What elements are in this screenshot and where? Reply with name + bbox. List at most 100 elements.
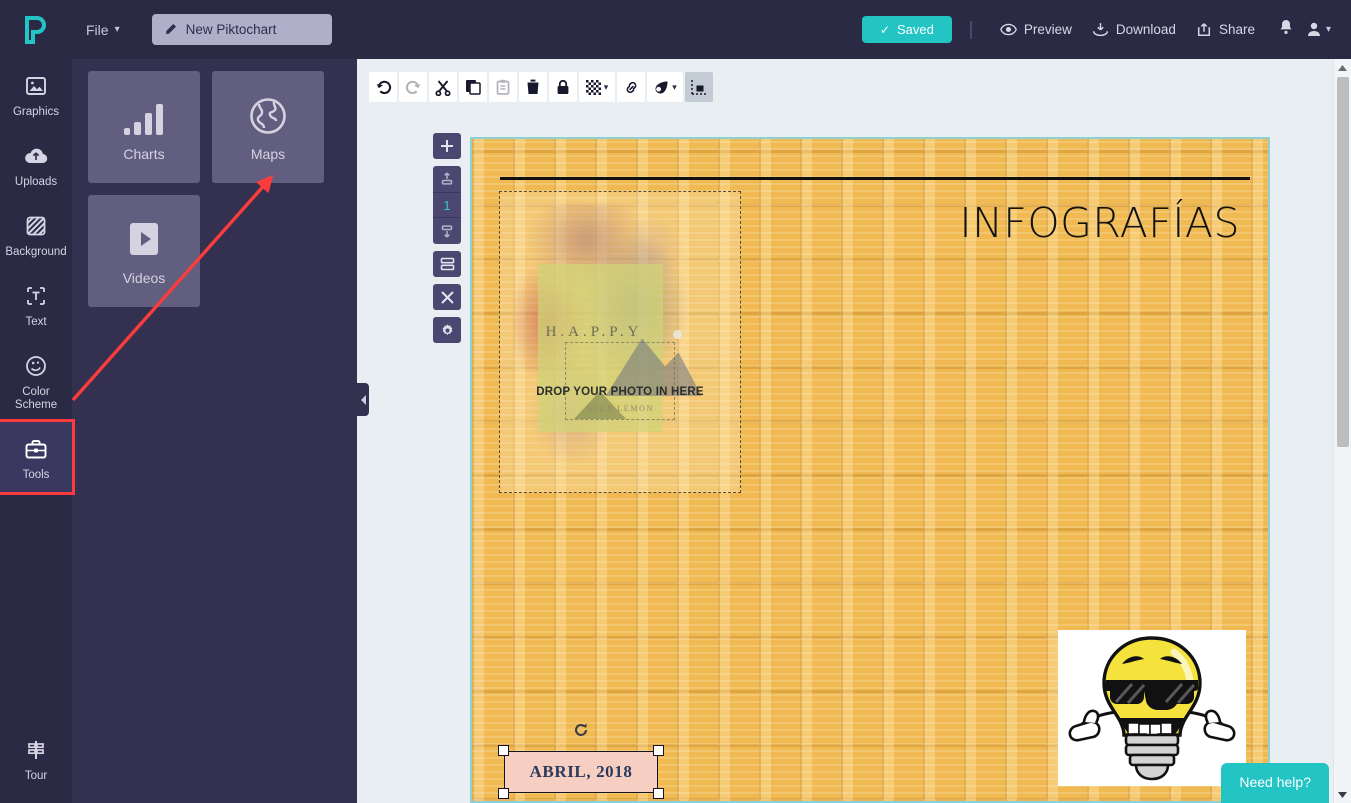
mask-icon <box>655 81 668 93</box>
document-title-field[interactable]: New Piktochart <box>151 14 332 45</box>
canvas-title[interactable]: INFOGRAFÍAS <box>959 199 1240 247</box>
play-icon <box>122 216 166 260</box>
top-bar: File ▾ New Piktochart ✓ Saved Preview Do… <box>0 0 1351 59</box>
need-help-label: Need help? <box>1239 774 1311 790</box>
canvas-background: INFOGRAFÍAS H.A.P.P.Y DROP YOUR PHOTO IN… <box>472 139 1268 801</box>
bell-icon <box>1280 20 1292 34</box>
resize-handle-bottom-right[interactable] <box>653 788 664 799</box>
caret-down-icon <box>1338 791 1347 798</box>
sidebar-item-tools[interactable]: Tools <box>0 419 75 495</box>
tools-panel: Charts Maps Videos <box>72 59 357 803</box>
selected-element[interactable]: ABRIL, 2018 <box>498 723 664 799</box>
scrollbar-thumb[interactable] <box>1337 77 1349 447</box>
tools-card-charts[interactable]: Charts <box>88 71 200 183</box>
resize-handle-top-right[interactable] <box>653 745 664 756</box>
scroll-down-button[interactable] <box>1334 786 1351 803</box>
notifications-button[interactable] <box>1271 13 1301 46</box>
link-button[interactable] <box>617 72 645 102</box>
file-menu[interactable]: File ▾ <box>78 16 128 44</box>
document-title-text: New Piktochart <box>185 22 277 37</box>
delete-button[interactable] <box>519 72 547 102</box>
lightbulb-sunglasses-thumbs-up-sticker[interactable] <box>1058 630 1246 786</box>
scroll-up-button[interactable] <box>1334 59 1351 76</box>
tour-icon <box>24 737 48 763</box>
panel-collapse-button[interactable] <box>357 383 369 416</box>
gear-icon <box>442 323 452 335</box>
add-block-button[interactable] <box>433 133 461 159</box>
copy-button[interactable] <box>459 72 487 102</box>
redo-icon <box>405 80 421 94</box>
block-settings-button[interactable] <box>433 317 461 343</box>
sidebar-label-text: Text <box>25 316 47 328</box>
chevron-left-icon <box>360 394 366 405</box>
tools-card-maps[interactable]: Maps <box>212 71 324 183</box>
sidebar-label-graphics: Graphics <box>12 106 60 118</box>
element-toolbar: ▾ ▾ <box>369 72 713 102</box>
sidebar-item-tour[interactable]: Tour <box>0 723 72 793</box>
check-icon: ✓ <box>879 22 890 37</box>
account-menu[interactable]: ▾ <box>1301 16 1337 43</box>
sidebar-item-color-scheme[interactable]: Color Scheme <box>0 339 72 422</box>
resize-handle-top-left[interactable] <box>498 745 509 756</box>
resize-handle-bottom-left[interactable] <box>498 788 509 799</box>
text-box-icon <box>24 283 48 309</box>
delete-block-button[interactable] <box>433 284 461 310</box>
eye-icon <box>1000 23 1017 36</box>
download-button[interactable]: Download <box>1082 16 1186 43</box>
saved-button[interactable]: ✓ Saved <box>861 16 952 43</box>
photo-placeholder[interactable]: H.A.P.P.Y DROP YOUR PHOTO IN HERE ALEX L… <box>499 191 741 493</box>
share-icon <box>1197 23 1210 36</box>
piktochart-logo-icon[interactable] <box>0 15 72 44</box>
duplicate-block-button[interactable] <box>433 251 461 277</box>
undo-button[interactable] <box>369 72 397 102</box>
plus-icon <box>441 140 453 152</box>
image-icon <box>24 73 48 99</box>
globe-icon <box>248 92 288 136</box>
mask-button[interactable]: ▾ <box>647 72 683 102</box>
infographic-canvas[interactable]: INFOGRAFÍAS H.A.P.P.Y DROP YOUR PHOTO IN… <box>470 137 1270 803</box>
sidebar-label-tour: Tour <box>24 770 48 782</box>
align-button[interactable] <box>685 72 713 102</box>
sidebar-item-uploads[interactable]: Uploads <box>0 129 72 199</box>
clipboard-icon <box>496 79 510 95</box>
divider <box>969 20 972 39</box>
undo-icon <box>375 80 391 94</box>
link-icon <box>626 81 636 93</box>
vertical-scrollbar[interactable] <box>1333 59 1351 803</box>
tools-card-videos[interactable]: Videos <box>88 195 200 307</box>
sidebar-label-uploads: Uploads <box>14 176 58 188</box>
move-block-up-button[interactable] <box>433 166 461 192</box>
selected-text: ABRIL, 2018 <box>529 762 633 781</box>
rotate-handle[interactable] <box>572 721 590 739</box>
rotate-icon <box>575 723 587 736</box>
duplicate-block-icon <box>440 257 454 271</box>
selected-text-box[interactable]: ABRIL, 2018 <box>504 751 658 793</box>
cut-button[interactable] <box>429 72 457 102</box>
transparency-button[interactable]: ▾ <box>579 72 615 102</box>
block-number: 1 <box>433 192 461 218</box>
move-block-down-icon <box>441 225 453 238</box>
saved-label: Saved <box>897 22 934 37</box>
palette-icon <box>24 353 48 379</box>
photo-byline: ALEX LEMON <box>586 403 654 413</box>
bar-chart-icon <box>122 92 166 136</box>
chevron-down-icon: ▾ <box>1325 24 1331 35</box>
redo-button[interactable] <box>399 72 427 102</box>
sidebar-item-background[interactable]: Background <box>0 199 72 269</box>
sidebar-item-text[interactable]: Text <box>0 269 72 339</box>
move-block-down-button[interactable] <box>433 218 461 244</box>
need-help-button[interactable]: Need help? <box>1221 763 1329 803</box>
checkerboard-icon <box>585 79 601 95</box>
lock-button[interactable] <box>549 72 577 102</box>
copy-icon <box>466 80 481 95</box>
align-icon <box>691 80 706 95</box>
block-controls: 1 <box>433 133 461 343</box>
paste-button[interactable] <box>489 72 517 102</box>
share-button[interactable]: Share <box>1186 16 1265 43</box>
chevron-down-icon: ▾ <box>114 24 120 35</box>
user-icon <box>1307 22 1320 36</box>
preview-button[interactable]: Preview <box>990 16 1082 43</box>
sidebar-item-graphics[interactable]: Graphics <box>0 59 72 129</box>
toolbox-icon <box>24 436 48 462</box>
placeholder-sun-icon <box>672 330 682 339</box>
